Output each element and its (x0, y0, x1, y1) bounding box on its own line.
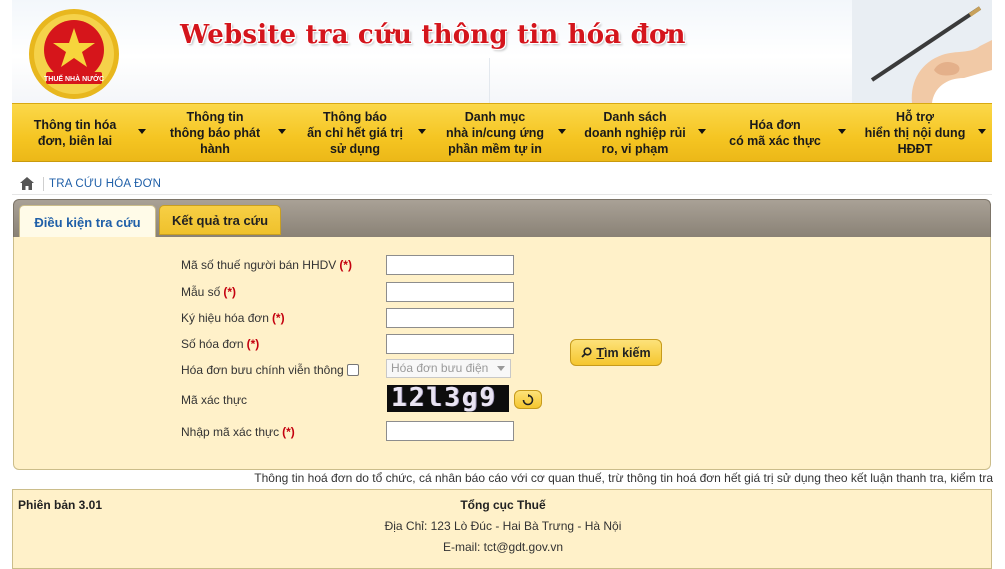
form-no-label: Mẫu số (*) (181, 285, 237, 299)
nav-item-issuance-notice[interactable]: Thông tin thông báo phát hành (152, 104, 292, 161)
site-banner: THUẾ NHÀ NƯỚC Website tra cứu thông tin … (12, 0, 992, 103)
captcha-refresh-button[interactable] (514, 390, 542, 409)
captcha-label: Mã xác thực (181, 393, 248, 407)
writing-hand-illustration (852, 0, 992, 103)
main-nav: Thông tin hóa đơn, biên lai Thông tin th… (12, 103, 992, 162)
caret-down-icon (418, 129, 426, 134)
footer-address: Địa Chỉ: 123 Lò Đúc - Hai Bà Trưng - Hà … (384, 519, 622, 533)
tab-strip: Điều kiện tra cứu Kết quả tra cứu (13, 199, 991, 238)
tab-search-conditions[interactable]: Điều kiện tra cứu (19, 205, 156, 238)
captcha-input[interactable] (386, 421, 514, 441)
nav-item-expired-notice[interactable]: Thông báo ấn chỉ hết giá trị sử dụng (292, 104, 432, 161)
seller-tax-code-label: Mã số thuế người bán HHDV (*) (181, 258, 352, 272)
caret-down-icon (978, 129, 986, 134)
chevron-down-icon (497, 366, 505, 371)
tax-emblem-logo: THUẾ NHÀ NƯỚC (29, 9, 119, 99)
nav-item-display-support[interactable]: Hỗ trợ hiển thị nội dung HĐĐT (852, 104, 992, 161)
caret-down-icon (138, 129, 146, 134)
form-no-input[interactable] (386, 282, 514, 302)
invoice-symbol-input[interactable] (386, 308, 514, 328)
nav-item-printer-list[interactable]: Danh mục nhà in/cung ứng phần mềm tự in (432, 104, 572, 161)
tab-search-results[interactable]: Kết quả tra cứu (159, 205, 281, 235)
search-button[interactable]: Tìm kiếm (570, 339, 662, 366)
postal-invoice-select[interactable]: Hóa đơn bưu điện (386, 359, 511, 378)
caret-down-icon (838, 129, 846, 134)
invoice-no-label: Số hóa đơn (*) (181, 337, 260, 351)
footer: Phiên bản 3.01 Tổng cục Thuế Địa Chỉ: 12… (12, 489, 992, 569)
footer-email: E-mail: tct@gdt.gov.vn (443, 540, 563, 554)
postal-invoice-label: Hóa đơn bưu chính viễn thông (181, 363, 344, 377)
captcha-input-label: Nhập mã xác thực (*) (181, 425, 295, 439)
breadcrumb-current[interactable]: TRA CỨU HÓA ĐƠN (49, 178, 161, 190)
banner-title: Website tra cứu thông tin hóa đơn (180, 20, 686, 50)
nav-item-risk-list[interactable]: Danh sách doanh nghiệp rủi ro, vi phạm (572, 104, 712, 161)
caret-down-icon (698, 129, 706, 134)
caret-down-icon (558, 129, 566, 134)
caret-down-icon (278, 129, 286, 134)
refresh-icon (522, 393, 534, 405)
invoice-symbol-label: Ký hiệu hóa đơn (*) (181, 311, 285, 325)
home-icon[interactable] (20, 177, 34, 190)
captcha-image: 12l3g9 (387, 385, 509, 412)
invoice-no-input[interactable] (386, 334, 514, 354)
nav-item-invoice-info[interactable]: Thông tin hóa đơn, biên lai (12, 104, 152, 161)
nav-item-verified-invoice[interactable]: Hóa đơn có mã xác thực (712, 104, 852, 161)
footer-org: Tổng cục Thuế (460, 498, 546, 512)
disclaimer-notice: Thông tin hoá đơn do tổ chức, cá nhân bá… (254, 471, 993, 485)
breadcrumb: TRA CỨU HÓA ĐƠN (12, 173, 992, 195)
postal-invoice-checkbox[interactable] (347, 364, 359, 376)
search-icon (581, 347, 592, 358)
seller-tax-code-input[interactable] (386, 255, 514, 275)
